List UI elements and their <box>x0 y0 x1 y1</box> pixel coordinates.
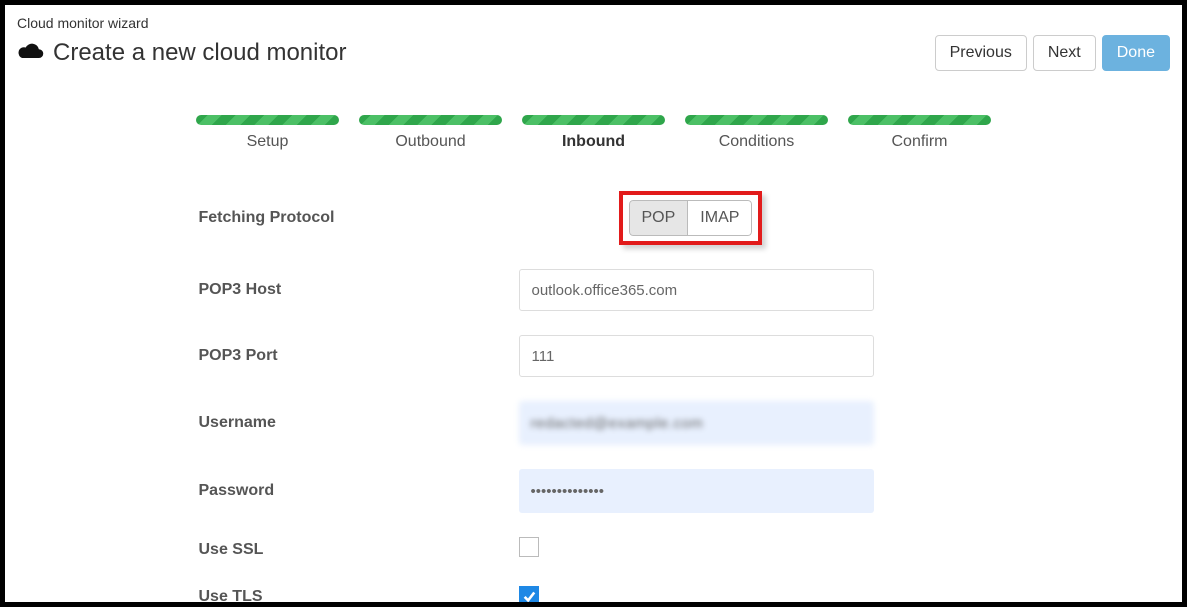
step-label: Conditions <box>685 133 828 151</box>
fetching-protocol-label: Fetching Protocol <box>199 209 519 227</box>
page-title: Create a new cloud monitor <box>53 39 346 67</box>
step-confirm[interactable]: Confirm <box>848 115 991 151</box>
protocol-imap-button[interactable]: IMAP <box>688 200 752 236</box>
done-button[interactable]: Done <box>1102 35 1170 71</box>
step-bar <box>685 115 828 125</box>
username-input[interactable] <box>519 401 874 445</box>
use-ssl-label: Use SSL <box>199 541 519 559</box>
step-bar <box>359 115 502 125</box>
use-ssl-checkbox[interactable] <box>519 537 539 557</box>
step-label: Outbound <box>359 133 502 151</box>
step-bar <box>196 115 339 125</box>
step-setup[interactable]: Setup <box>196 115 339 151</box>
password-label: Password <box>199 482 519 500</box>
use-tls-label: Use TLS <box>199 588 519 602</box>
step-label: Setup <box>196 133 339 151</box>
fetching-protocol-highlight: POP IMAP <box>619 191 763 245</box>
cloud-icon <box>17 41 45 66</box>
pop3-port-label: POP3 Port <box>199 347 519 365</box>
pop3-host-label: POP3 Host <box>199 281 519 299</box>
breadcrumb: Cloud monitor wizard <box>5 5 1182 35</box>
step-conditions[interactable]: Conditions <box>685 115 828 151</box>
step-label: Inbound <box>522 133 665 151</box>
use-tls-checkbox[interactable] <box>519 586 539 602</box>
step-bar <box>522 115 665 125</box>
username-label: Username <box>199 414 519 432</box>
wizard-steps: Setup Outbound Inbound Conditions Confir… <box>5 79 1182 157</box>
step-inbound[interactable]: Inbound <box>522 115 665 151</box>
previous-button[interactable]: Previous <box>935 35 1027 71</box>
pop3-port-input[interactable] <box>519 335 874 377</box>
fetching-protocol-toggle: POP IMAP <box>629 200 753 236</box>
password-input[interactable] <box>519 469 874 513</box>
step-bar <box>848 115 991 125</box>
next-button[interactable]: Next <box>1033 35 1096 71</box>
step-label: Confirm <box>848 133 991 151</box>
protocol-pop-button[interactable]: POP <box>629 200 689 236</box>
step-outbound[interactable]: Outbound <box>359 115 502 151</box>
wizard-actions: Previous Next Done <box>935 35 1170 71</box>
pop3-host-input[interactable] <box>519 269 874 311</box>
